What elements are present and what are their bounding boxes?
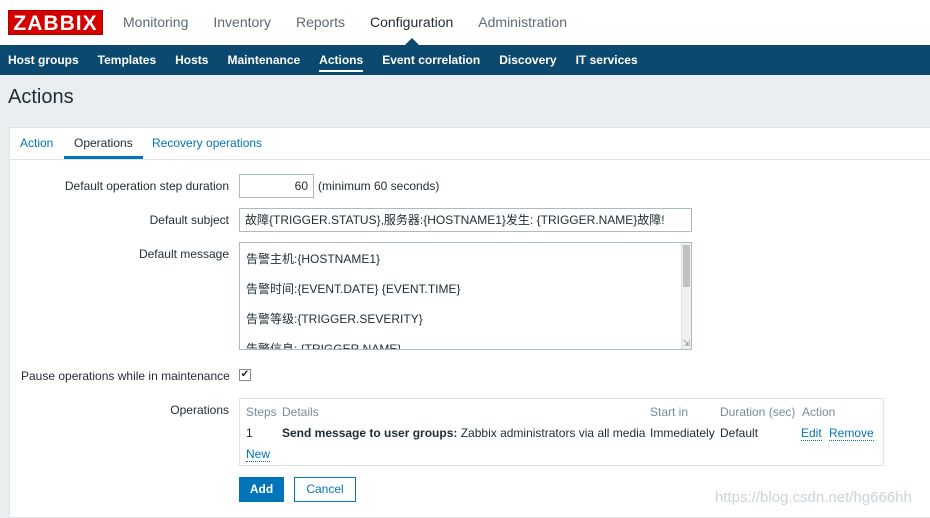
- header-start-in: Start in: [650, 405, 689, 419]
- header-details: Details: [282, 405, 319, 419]
- main-nav-label: Configuration: [370, 14, 454, 30]
- watermark-text: https://blog.csdn.net/hg666hh: [715, 489, 912, 506]
- row-details-bold: Send message to user groups:: [282, 426, 458, 440]
- main-nav-label: Administration: [478, 14, 567, 30]
- sub-nav-discovery[interactable]: Discovery: [491, 45, 564, 75]
- step-duration-label: Default operation step duration: [64, 179, 229, 193]
- row-details: Send message to user groups: Zabbix admi…: [282, 426, 645, 440]
- main-nav-label: Monitoring: [123, 14, 189, 30]
- step-duration-input[interactable]: 60: [239, 174, 314, 198]
- message-line: 告警主机:{HOSTNAME1}: [246, 252, 381, 266]
- main-nav-label: Reports: [295, 14, 345, 30]
- message-line: 告警信息: {TRIGGER.NAME}: [246, 342, 402, 350]
- sub-nav-hosts[interactable]: Hosts: [167, 45, 216, 75]
- sub-nav-event-correlation[interactable]: Event correlation: [374, 45, 488, 75]
- remove-operation-link[interactable]: Remove: [829, 427, 874, 441]
- message-line: 告警时间:{EVENT.DATE} {EVENT.TIME}: [246, 282, 461, 296]
- sub-nav-templates[interactable]: Templates: [90, 45, 164, 75]
- main-nav-monitoring[interactable]: Monitoring: [123, 0, 188, 45]
- zabbix-logo[interactable]: ZABBIX: [8, 10, 103, 35]
- subject-label: Default subject: [149, 213, 229, 227]
- sub-nav-host-groups[interactable]: Host groups: [0, 45, 87, 75]
- top-header: ZABBIX Monitoring Inventory Reports Conf…: [0, 0, 930, 45]
- header-steps: Steps: [246, 405, 277, 419]
- main-nav-reports[interactable]: Reports: [296, 0, 345, 45]
- tab-recovery-operations[interactable]: Recovery operations: [152, 128, 262, 158]
- textarea-scrollbar[interactable]: [681, 243, 691, 349]
- cancel-button[interactable]: Cancel: [294, 477, 356, 502]
- add-button[interactable]: Add: [239, 477, 284, 502]
- row-start-in: Immediately: [650, 426, 715, 440]
- header-action: Action: [802, 405, 836, 419]
- subject-input[interactable]: 故障{TRIGGER.STATUS},服务器:{HOSTNAME1}发生: {T…: [239, 208, 692, 232]
- sub-nav-it-services[interactable]: IT services: [568, 45, 646, 75]
- header-duration: Duration (sec): [720, 405, 796, 419]
- row-steps: 1: [246, 426, 253, 440]
- tab-operations[interactable]: Operations: [64, 128, 143, 159]
- row-details-text: Zabbix administrators via all media: [457, 426, 646, 440]
- edit-operation-link[interactable]: Edit: [801, 427, 822, 441]
- main-nav-administration[interactable]: Administration: [478, 0, 567, 45]
- row-duration: Default: [720, 426, 759, 440]
- main-nav-configuration[interactable]: Configuration: [370, 0, 453, 45]
- message-textarea[interactable]: 告警主机:{HOSTNAME1} 告警时间:{EVENT.DATE} {EVEN…: [239, 242, 692, 350]
- operations-table: Steps Details Start in Duration (sec) Ac…: [239, 398, 884, 466]
- sub-nav-actions[interactable]: Actions: [311, 45, 371, 75]
- main-nav: Monitoring Inventory Reports Configurati…: [123, 0, 592, 45]
- tab-bar: Action Operations Recovery operations: [10, 128, 930, 160]
- resize-handle-icon[interactable]: ⇲: [682, 339, 690, 348]
- checkmark-icon: ✔: [240, 369, 250, 380]
- pause-maintenance-label: Pause operations while in maintenance: [21, 369, 230, 383]
- main-nav-inventory[interactable]: Inventory: [213, 0, 271, 45]
- new-operation-link[interactable]: New: [246, 448, 271, 462]
- pause-maintenance-checkbox[interactable]: ✔: [239, 369, 251, 381]
- sub-nav-maintenance[interactable]: Maintenance: [219, 45, 308, 75]
- tab-action[interactable]: Action: [20, 128, 53, 158]
- sub-nav: Host groups Templates Hosts Maintenance …: [0, 45, 930, 75]
- scrollbar-thumb[interactable]: [683, 245, 690, 287]
- page-title: Actions: [8, 86, 74, 108]
- message-label: Default message: [138, 247, 229, 261]
- step-duration-hint: (minimum 60 seconds): [318, 179, 440, 193]
- message-line: 告警等级:{TRIGGER.SEVERITY}: [246, 312, 423, 326]
- main-nav-label: Inventory: [213, 14, 271, 30]
- operations-label: Operations: [170, 403, 229, 417]
- active-caret-icon: [404, 38, 419, 45]
